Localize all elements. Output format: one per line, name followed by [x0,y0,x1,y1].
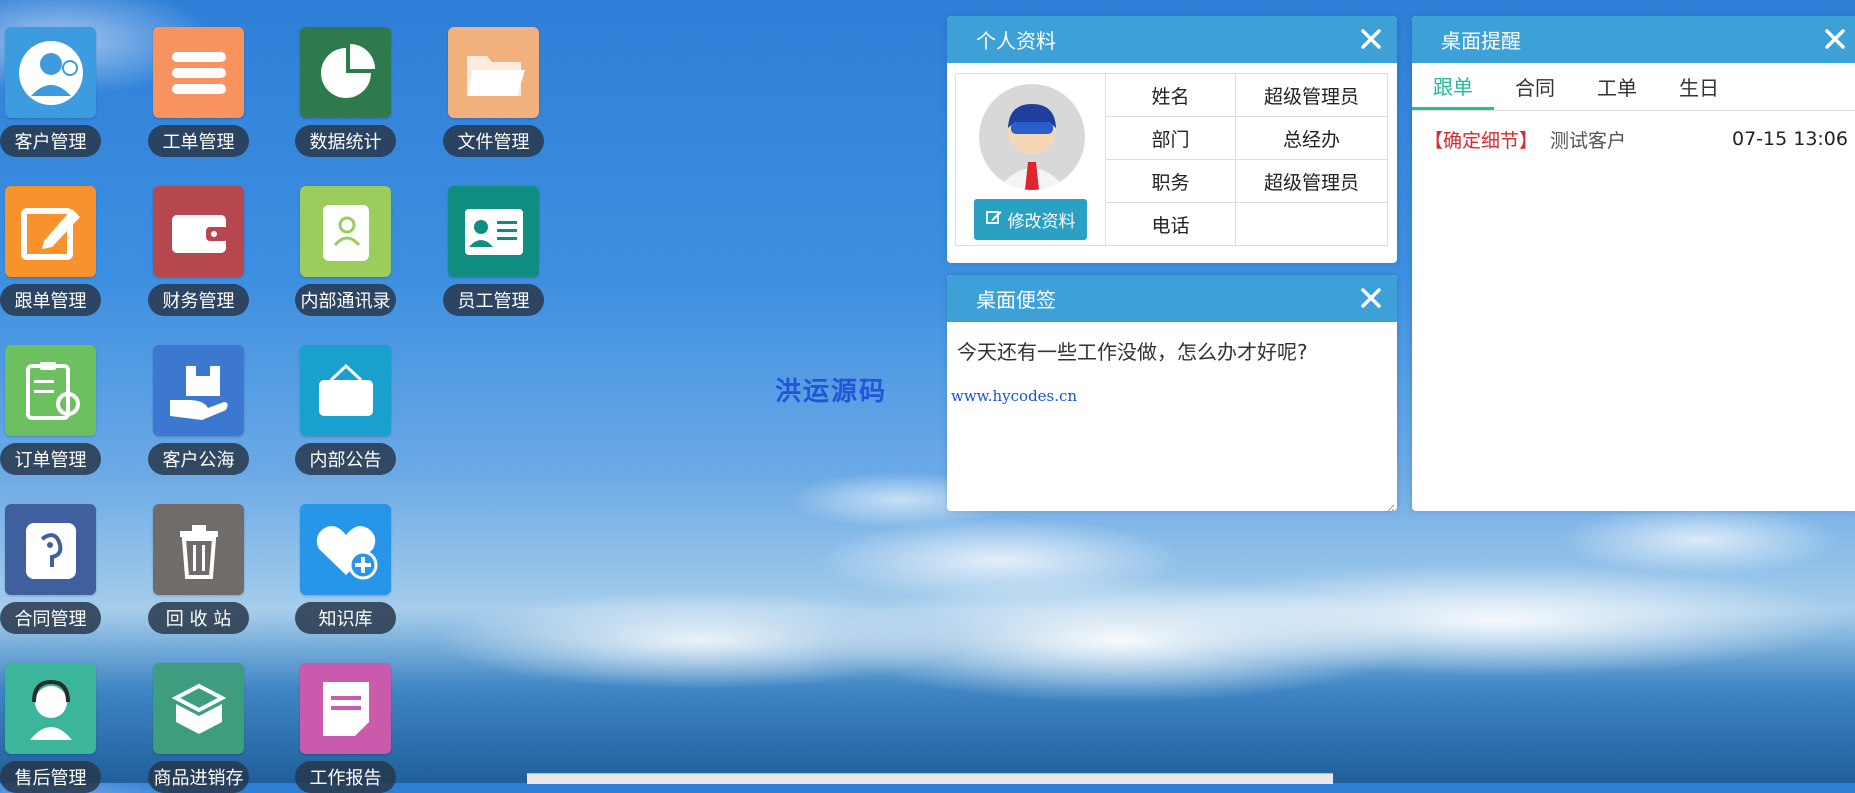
field-key: 部门 [1105,116,1236,160]
reminder-tabs: 跟单 合同 工单 生日 [1412,63,1855,111]
taskbar [527,773,1333,784]
field-key: 电话 [1105,202,1236,246]
list-icon [153,27,244,118]
app-label: 内部公告 [295,443,396,475]
report-icon [300,663,391,754]
app-finance-management[interactable]: 财务管理 [148,159,296,316]
app-file-management[interactable]: 文件管理 [443,0,591,157]
field-value: 超级管理员 [1235,73,1388,117]
panel-title: 桌面便签 [976,288,1056,312]
app-label: 跟单管理 [0,284,101,316]
app-label: 合同管理 [0,602,101,634]
box-icon [153,663,244,754]
app-customer-pool[interactable]: 客户公海 [148,318,296,475]
field-value: 总经办 [1235,116,1388,160]
table-row: 职务 超级管理员 [1105,159,1388,203]
support-agent-icon [5,663,96,754]
wallet-icon [153,186,244,277]
app-data-statistics[interactable]: 数据统计 [295,0,443,157]
edit-profile-button[interactable]: 修改资料 [974,199,1087,240]
note-link[interactable]: www.hycodes.cn [947,365,1397,405]
field-value [1235,202,1388,246]
table-row: 电话 [1105,202,1388,246]
customer-icon [5,27,96,118]
contract-icon [5,504,96,595]
close-icon[interactable] [1359,286,1383,310]
edit-profile-label: 修改资料 [1007,212,1076,232]
profile-panel-header: 个人资料 [947,16,1397,63]
reminder-item[interactable]: 【确定细节】 测试客户 07-15 13:06 [1412,111,1855,167]
app-customer-management[interactable]: 客户管理 [0,0,148,157]
pie-chart-icon [300,27,391,118]
app-label: 员工管理 [443,284,544,316]
app-recycle-bin[interactable]: 回 收 站 [148,477,296,634]
app-label: 回 收 站 [148,602,249,634]
avatar [979,84,1085,190]
profile-body: 修改资料 姓名 超级管理员 部门 总经办 职务 超级管理员 电话 [947,63,1397,263]
resize-handle-icon[interactable] [1385,499,1395,511]
id-card-icon [448,186,539,277]
app-contract-management[interactable]: 合同管理 [0,477,148,634]
trash-icon [153,504,244,595]
app-label: 文件管理 [443,125,544,157]
app-work-report[interactable]: 工作报告 [295,636,443,793]
app-label: 客户管理 [0,125,101,157]
profile-avatar-cell: 修改资料 [955,73,1106,246]
heart-plus-icon [300,504,391,595]
app-knowledge-base[interactable]: 知识库 [295,477,443,634]
close-icon[interactable] [1359,27,1383,51]
note-text: 今天还有一些工作没做，怎么办才好呢? [957,340,1308,364]
hand-box-icon [153,345,244,436]
app-label: 内部通讯录 [295,284,396,316]
app-label: 售后管理 [0,761,101,793]
app-ticket-management[interactable]: 工单管理 [148,0,296,157]
note-panel-header: 桌面便签 [947,275,1397,322]
app-order-management[interactable]: 订单管理 [0,318,148,475]
app-inventory[interactable]: 商品进销存 [148,636,296,793]
app-label: 数据统计 [295,125,396,157]
clipboard-gear-icon [5,345,96,436]
profile-info-table: 姓名 超级管理员 部门 总经办 职务 超级管理员 电话 [1105,73,1388,246]
table-row: 姓名 超级管理员 [1105,73,1388,117]
reminder-panel-header: 桌面提醒 [1412,16,1855,63]
app-label: 客户公海 [148,443,249,475]
note-panel: 桌面便签 今天还有一些工作没做，怎么办才好呢? www.hycodes.cn [947,275,1397,511]
app-label: 商品进销存 [148,761,249,793]
app-label: 知识库 [295,602,396,634]
app-employee-management[interactable]: 员工管理 [443,159,591,316]
app-label: 财务管理 [148,284,249,316]
edit-icon [985,209,1002,230]
folder-icon [448,27,539,118]
profile-panel: 个人资料 修改资料 姓名 超级管理员 部门 总经办 职务 超级管理员 电话 [947,16,1397,263]
app-after-sales[interactable]: 售后管理 [0,636,148,793]
watermark-text: 洪运源码 [775,377,888,407]
reminder-time: 07-15 13:06 [1731,128,1848,150]
tab-ticket[interactable]: 工单 [1576,63,1658,110]
edit-icon [5,186,96,277]
panel-title: 个人资料 [976,29,1056,53]
note-textarea[interactable]: 今天还有一些工作没做，怎么办才好呢? www.hycodes.cn [947,322,1397,511]
app-label: 工作报告 [295,761,396,793]
notice-board-icon [300,345,391,436]
reminder-customer: 测试客户 [1550,129,1627,152]
app-internal-notice[interactable]: 内部公告 [295,318,443,475]
contacts-icon [300,186,391,277]
reminder-panel: 桌面提醒 跟单 合同 工单 生日 【确定细节】 测试客户 07-15 13:06 [1412,16,1855,511]
table-row: 部门 总经办 [1105,116,1388,160]
close-icon[interactable] [1823,27,1847,51]
reminder-tag: 【确定细节】 [1424,129,1539,152]
app-follow-up-management[interactable]: 跟单管理 [0,159,148,316]
field-value: 超级管理员 [1235,159,1388,203]
tab-contract[interactable]: 合同 [1494,63,1576,110]
app-label: 订单管理 [0,443,101,475]
panel-title: 桌面提醒 [1441,29,1521,53]
app-internal-contacts[interactable]: 内部通讯录 [295,159,443,316]
field-key: 姓名 [1105,73,1236,117]
tab-follow-up[interactable]: 跟单 [1412,63,1494,110]
field-key: 职务 [1105,159,1236,203]
app-label: 工单管理 [148,125,249,157]
tab-birthday[interactable]: 生日 [1658,63,1740,110]
